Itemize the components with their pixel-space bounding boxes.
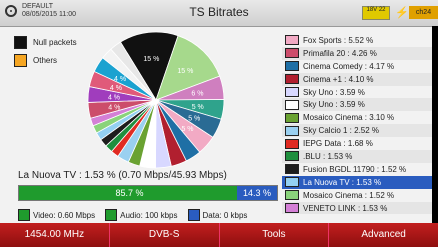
legend-swatch <box>18 209 30 221</box>
channel-label: Mosaico Cinema : 1.52 % <box>303 190 395 200</box>
channel-color-swatch <box>285 48 299 59</box>
channel-label: IEPG Data : 1.68 % <box>303 139 373 149</box>
legend-label: Audio: 100 kbps <box>120 210 178 220</box>
channel-row[interactable]: Mosaico Cinema : 3.10 % <box>282 111 438 124</box>
channel-color-swatch <box>285 74 299 85</box>
device-screen: DEFAULT 08/05/2015 11:00 TS Bitrates 18V… <box>0 0 438 247</box>
channel-row[interactable]: Mosaico Cinema : 1.52 % <box>282 189 438 202</box>
pie-slice-label: 15 % <box>143 56 159 63</box>
video-audio-bar-fill: 85.7 % <box>19 186 241 200</box>
legend-label: Null packets <box>33 38 77 47</box>
bar-legend: Video: 0.60 Mbps Audio: 100 kbps Data: 0… <box>18 209 247 221</box>
channel-label: Fusion BGDL 11790 : 1.52 % <box>303 164 407 174</box>
standard-softkey[interactable]: DVB-S <box>110 223 220 247</box>
channel-label: Mosaico Cinema : 3.10 % <box>303 113 395 123</box>
channel-row[interactable]: Sky Calcio 1 : 2.52 % <box>282 124 438 138</box>
legend-label: Data: 0 kbps <box>202 210 248 220</box>
softkey-bar: 1454.00 MHz DVB-S Tools Advanced <box>0 223 438 247</box>
status-badge: ch24 <box>409 6 438 19</box>
selected-channel-detail: La Nuova TV : 1.53 % (0.70 Mbps/45.93 Mb… <box>18 170 227 181</box>
bitrate-split-bar: 85.7 % 14.3 % <box>18 185 278 201</box>
channel-row[interactable]: IEPG Data : 1.68 % <box>282 137 438 150</box>
data-bar-fill: 14.3 % <box>237 186 277 200</box>
legend-data: Data: 0 kbps <box>187 209 248 221</box>
channel-label: Sky Calcio 1 : 2.52 % <box>303 126 380 136</box>
legend-video: Video: 0.60 Mbps <box>18 209 95 221</box>
legend-audio: Audio: 100 kbps <box>105 209 178 221</box>
pie-slice-label: 5 % <box>188 116 200 123</box>
channel-color-swatch <box>285 138 299 149</box>
pie-slice-label: 4 % <box>114 76 126 83</box>
advanced-softkey[interactable]: Advanced <box>329 223 438 247</box>
frequency-softkey[interactable]: 1454.00 MHz <box>0 223 110 247</box>
channel-list[interactable]: Fox Sports : 5.52 % Primafila 20 : 4.26 %… <box>282 34 438 215</box>
pie-slice-label: 15 % <box>177 68 193 75</box>
pie-slice-label: 6 % <box>191 90 203 97</box>
channel-label: Fox Sports : 5.52 % <box>303 35 374 45</box>
legend-swatch <box>105 209 118 221</box>
channel-label: Sky Uno : 3.59 % <box>303 87 365 97</box>
channel-row[interactable]: Cinema Comedy : 4.17 % <box>282 60 438 73</box>
channel-color-swatch <box>285 177 299 188</box>
pie-slice-label: 5 % <box>192 104 204 111</box>
legend-item-others: Others <box>14 54 77 67</box>
channel-color-swatch <box>285 112 299 123</box>
channel-color-swatch <box>285 164 299 175</box>
channel-color-swatch <box>285 203 299 214</box>
top-bar: DEFAULT 08/05/2015 11:00 TS Bitrates 18V… <box>0 0 438 27</box>
channel-color-swatch <box>285 61 299 72</box>
legend-item-null: Null packets <box>14 36 77 49</box>
channel-row[interactable]: VENETO LINK : 1.53 % <box>282 201 438 215</box>
channel-row[interactable]: Fusion BGDL 11790 : 1.52 % <box>282 163 438 176</box>
channel-row[interactable]: Sky Uno : 3.59 % <box>282 98 438 112</box>
pie-legend: Null packets Others <box>14 36 77 72</box>
channel-row[interactable]: Sky Uno : 3.59 % <box>282 86 438 99</box>
channel-label: Cinema Comedy : 4.17 % <box>303 61 395 71</box>
channel-row[interactable]: .BLU : 1.53 % <box>282 150 438 163</box>
channel-label: Cinema +1 : 4.10 % <box>303 74 374 84</box>
channel-color-swatch <box>285 99 299 110</box>
channel-label: La Nuova TV : 1.53 % <box>303 177 382 187</box>
scrollbar[interactable] <box>432 26 438 223</box>
channel-label: Primafila 20 : 4.26 % <box>303 48 377 58</box>
channel-color-swatch <box>285 151 299 162</box>
channel-color-swatch <box>285 35 299 46</box>
legend-swatch <box>14 54 27 67</box>
channel-label: .BLU : 1.53 % <box>303 151 353 161</box>
tools-softkey[interactable]: Tools <box>220 223 330 247</box>
plug-icon: ⚡ <box>395 7 409 19</box>
legend-label: Others <box>33 56 58 65</box>
channel-label: Sky Uno : 3.59 % <box>303 100 365 110</box>
pie-slice-label: 4 % <box>110 85 122 92</box>
channel-row[interactable]: Cinema +1 : 4.10 % <box>282 72 438 86</box>
legend-swatch <box>14 36 27 49</box>
voltage-badge: 18V 22 <box>362 6 390 20</box>
channel-row[interactable]: Primafila 20 : 4.26 % <box>282 46 438 60</box>
legend-label: Video: 0.60 Mbps <box>33 210 96 220</box>
channel-color-swatch <box>285 125 299 136</box>
bitrate-pie-chart: 15 %15 %6 %5 %5 %5 %4 %4 %4 %4 % <box>87 31 225 169</box>
channel-row[interactable]: Fox Sports : 5.52 % <box>282 34 438 47</box>
channel-color-swatch <box>285 190 299 201</box>
channel-row[interactable]: La Nuova TV : 1.53 % <box>282 175 438 189</box>
pie-slice-label: 4 % <box>108 95 120 102</box>
channel-color-swatch <box>285 87 299 97</box>
legend-swatch <box>187 209 200 221</box>
channel-label: VENETO LINK : 1.53 % <box>303 203 388 213</box>
pie-slice-label: 4 % <box>108 104 120 111</box>
